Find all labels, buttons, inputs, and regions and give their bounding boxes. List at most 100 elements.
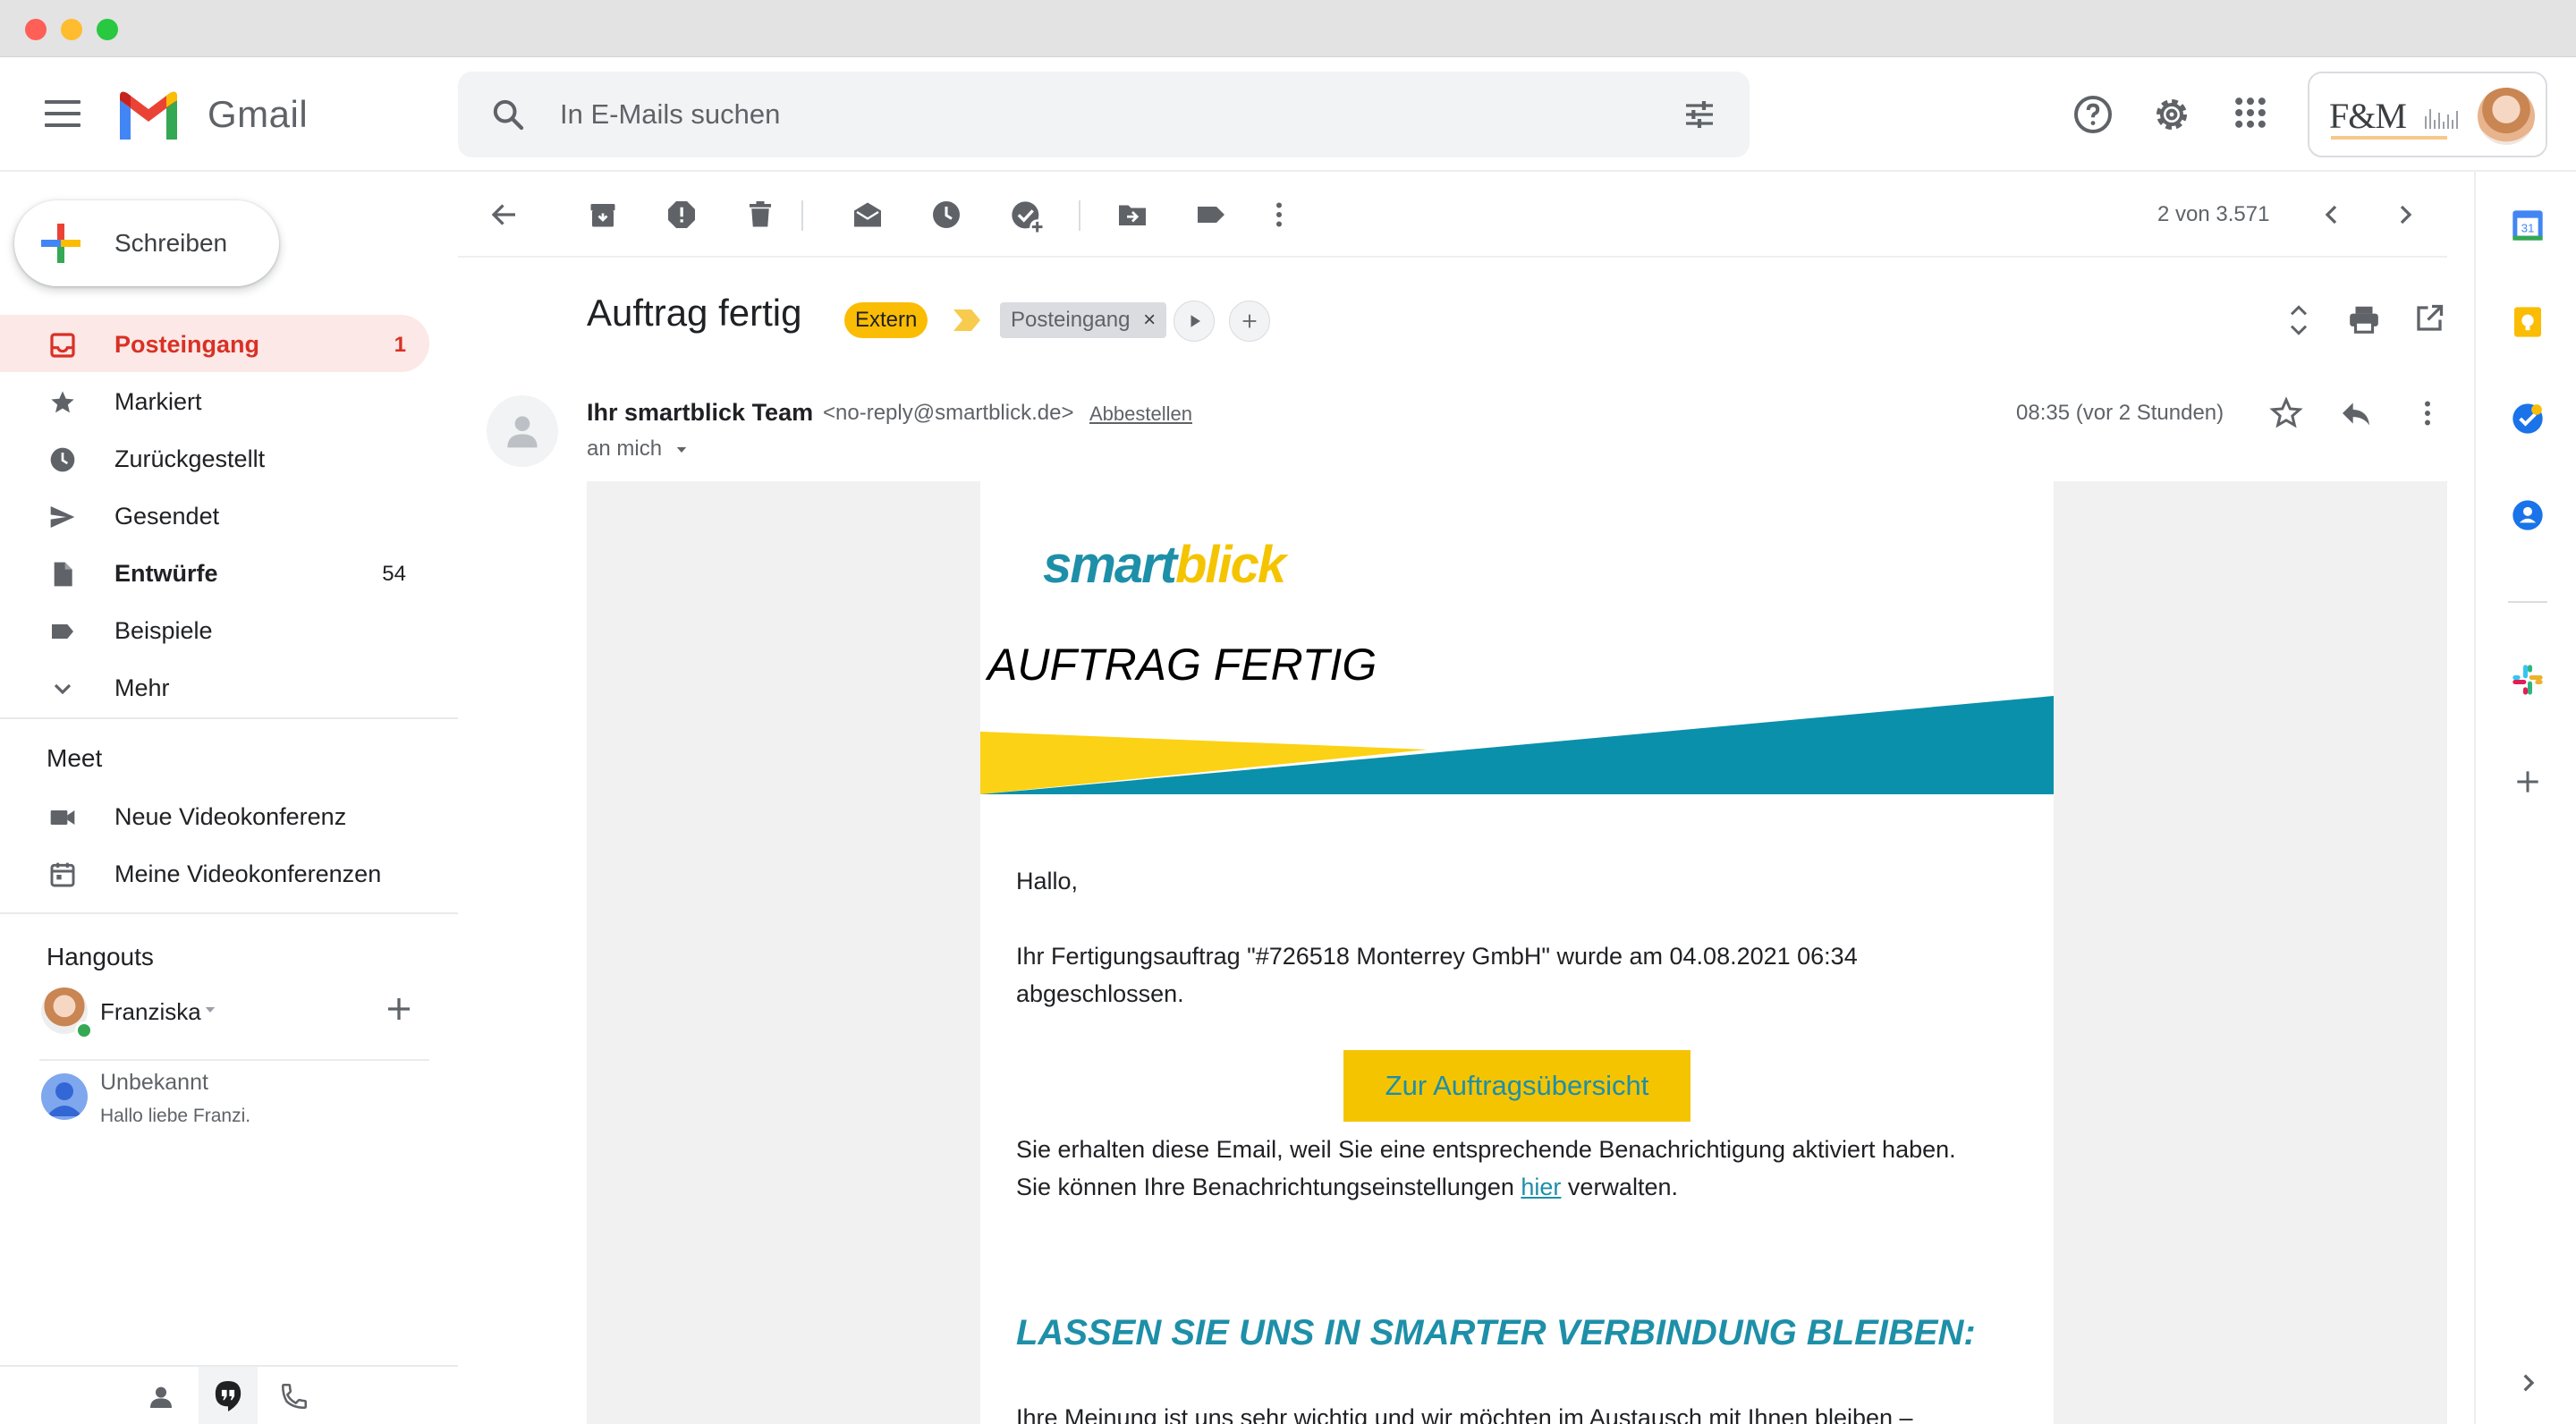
google-contacts-icon[interactable] — [2510, 497, 2546, 533]
email-order-line-2: abgeschlossen. — [1016, 980, 1184, 1007]
clock-icon — [48, 445, 77, 474]
promo-heading: LASSEN SIE UNS IN SMARTER VERBINDUNG BLE… — [1016, 1313, 1976, 1352]
labels-icon[interactable] — [1195, 199, 1227, 231]
report-spam-icon[interactable] — [665, 199, 698, 231]
meet-new-meeting[interactable]: Neue Videokonferenz — [0, 787, 429, 844]
logo-part-smart: smart — [1043, 536, 1177, 594]
email-order-line-1: Ihr Fertigungsauftrag "#726518 Monterrey… — [1016, 943, 1858, 970]
recipient-label: an mich — [587, 437, 663, 461]
person-icon[interactable] — [147, 1383, 175, 1416]
sender-name[interactable]: Ihr smartblick Team — [587, 399, 813, 427]
message-more-vert-icon[interactable] — [2411, 395, 2444, 436]
mark-unread-icon[interactable] — [852, 199, 884, 231]
star-message-icon[interactable] — [2268, 395, 2304, 436]
add-conversation-icon[interactable] — [383, 993, 415, 1030]
back-arrow-icon[interactable] — [488, 199, 521, 231]
sidebar-item-label: Entwürfe — [114, 560, 218, 587]
hangouts-footer — [0, 1365, 458, 1424]
sidebar-item-snoozed[interactable]: Zurückgestellt — [0, 429, 429, 487]
meet-my-meetings[interactable]: Meine Videokonferenzen — [0, 844, 429, 902]
contact-name[interactable]: Unbekannt — [100, 1070, 208, 1096]
sidebar-item-label: Gesendet — [114, 503, 220, 530]
smartblick-logo: smartblick — [1043, 535, 1286, 595]
sidebar-item-examples[interactable]: Beispiele — [0, 601, 429, 658]
logo-part-blick: blick — [1174, 536, 1286, 594]
show-side-panel-chevron-icon[interactable] — [2510, 1365, 2546, 1401]
svg-text:31: 31 — [2521, 222, 2535, 235]
sidebar-item-inbox[interactable]: Posteingang 1 — [0, 315, 429, 372]
help-icon[interactable] — [2072, 93, 2114, 140]
search-input[interactable]: In E-Mails suchen — [560, 98, 780, 131]
search-options-icon[interactable] — [1682, 97, 1717, 137]
move-to-icon[interactable] — [1116, 199, 1148, 231]
phone-icon[interactable] — [279, 1381, 309, 1416]
recipient-details[interactable]: an mich — [587, 437, 690, 462]
draft-icon — [48, 560, 77, 589]
main-menu-icon[interactable] — [45, 100, 80, 127]
account-avatar[interactable] — [2478, 88, 2535, 145]
window-zoom-button[interactable] — [97, 19, 118, 40]
gmail-logo-icon[interactable] — [116, 89, 181, 144]
print-icon[interactable] — [2347, 302, 2381, 341]
inbox-icon — [48, 331, 77, 360]
older-chevron-right-icon[interactable] — [2388, 199, 2420, 231]
search-bar[interactable]: In E-Mails suchen — [458, 72, 1750, 157]
label-chip-extern[interactable]: Extern — [844, 302, 928, 338]
order-overview-button[interactable]: Zur Auftragsübersicht — [1343, 1050, 1690, 1122]
sidebar-divider — [0, 717, 458, 719]
add-to-tasks-icon[interactable] — [1009, 199, 1045, 234]
meet-new-meeting-label: Neue Videokonferenz — [114, 803, 347, 830]
search-icon[interactable] — [490, 97, 526, 137]
google-keep-icon[interactable] — [2510, 304, 2546, 340]
hangouts-user-name[interactable]: Franziska — [100, 998, 201, 1026]
window-close-button[interactable] — [25, 19, 47, 40]
google-calendar-icon[interactable]: 31 — [2510, 208, 2546, 243]
get-addons-plus-icon[interactable] — [2510, 764, 2546, 800]
pagination-text: 2 von 3.571 — [2157, 202, 2270, 226]
reply-icon[interactable] — [2338, 395, 2374, 436]
archive-icon[interactable] — [587, 199, 619, 231]
expand-labels-button[interactable] — [1174, 301, 1215, 342]
side-panel: 31 — [2474, 172, 2576, 1424]
slack-addon-icon[interactable] — [2510, 662, 2546, 698]
settings-link[interactable]: hier — [1521, 1174, 1561, 1200]
open-in-new-window-icon[interactable] — [2413, 302, 2445, 339]
remove-label-icon[interactable]: × — [1143, 308, 1156, 332]
sidebar-item-more[interactable]: Mehr — [0, 658, 429, 716]
label-chip-inbox-text: Posteingang — [1011, 308, 1131, 332]
sidebar-item-label: Zurückgestellt — [114, 445, 266, 472]
importance-marker-icon[interactable] — [952, 308, 982, 337]
add-label-button[interactable] — [1229, 301, 1270, 342]
sender-avatar[interactable] — [487, 395, 558, 467]
google-tasks-icon[interactable] — [2510, 401, 2546, 437]
settings-gear-icon[interactable] — [2150, 93, 2193, 140]
label-chip-inbox[interactable]: Posteingang × — [1000, 302, 1167, 338]
more-vert-icon[interactable] — [1263, 199, 1295, 231]
expand-all-icon[interactable] — [2284, 301, 2313, 344]
star-icon — [48, 388, 77, 417]
promo-text: Ihre Meinung ist uns sehr wichtig und wi… — [1016, 1404, 1913, 1424]
contact-avatar[interactable] — [41, 1073, 88, 1120]
sidebar-divider — [0, 912, 458, 914]
sidebar-item-sent[interactable]: Gesendet — [0, 487, 429, 544]
newer-chevron-left-icon[interactable] — [2317, 199, 2349, 231]
unsubscribe-link[interactable]: Abbestellen — [1089, 403, 1192, 426]
rail-divider — [2508, 601, 2547, 603]
apps-grid-icon[interactable] — [2231, 93, 2270, 137]
caret-down-icon[interactable] — [202, 1002, 218, 1022]
email-banner-graphic — [980, 696, 2054, 799]
delete-trash-icon[interactable] — [744, 199, 776, 231]
snooze-clock-icon[interactable] — [930, 199, 962, 231]
account-switcher[interactable]: F&M — [2308, 72, 2547, 157]
sidebar-item-drafts[interactable]: Entwürfe 54 — [0, 544, 429, 601]
message-timestamp: 08:35 (vor 2 Stunden) — [2016, 401, 2224, 425]
label-icon — [48, 617, 77, 646]
video-camera-icon — [48, 803, 77, 832]
window-minimize-button[interactable] — [61, 19, 82, 40]
meet-my-meetings-label: Meine Videokonferenzen — [114, 860, 382, 887]
sidebar-item-label: Beispiele — [114, 617, 213, 644]
hangouts-tab[interactable] — [199, 1367, 258, 1424]
sender-email: <no-reply@smartblick.de> — [823, 401, 1074, 425]
compose-button[interactable]: Schreiben — [14, 200, 279, 286]
sidebar-item-starred[interactable]: Markiert — [0, 372, 429, 429]
